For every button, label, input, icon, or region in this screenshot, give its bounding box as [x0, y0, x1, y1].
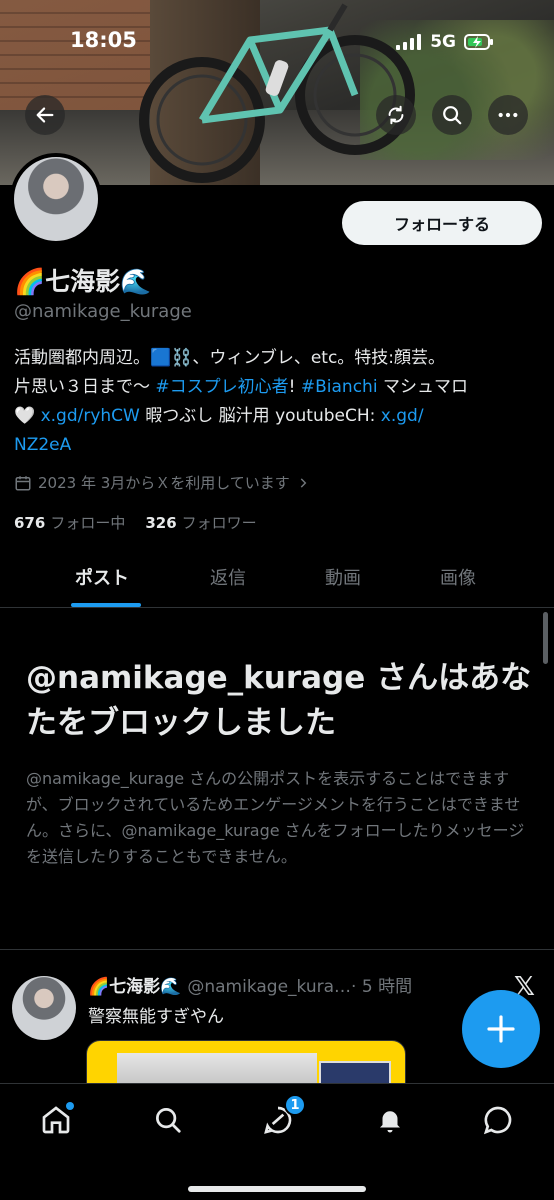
- arrow-left-icon: [36, 107, 54, 123]
- bio-link[interactable]: NZ2eA: [14, 435, 71, 455]
- post-author-name[interactable]: 🌈七海影🌊: [88, 977, 181, 997]
- follow-counts: 676 フォロー中 326 フォロワー: [14, 512, 257, 533]
- nav-search[interactable]: [148, 1100, 188, 1140]
- tab-images[interactable]: 画像: [440, 564, 476, 590]
- bell-icon: [380, 1111, 400, 1133]
- notification-badge: 1: [284, 1094, 306, 1116]
- followers-count: 326: [145, 514, 177, 532]
- refresh-button[interactable]: [376, 95, 416, 135]
- bio-text: !: [288, 377, 301, 397]
- search-button[interactable]: [432, 95, 472, 135]
- profile-bio: 活動圏都内周辺。🟦⛓️、ウィンブレ、etc。特技:顔芸。 片思い３日まで〜 #コ…: [14, 344, 544, 460]
- joined-date: 2023 年 3月からＸを利用しています: [38, 474, 290, 492]
- following-count: 676: [14, 514, 46, 532]
- battery-charging-icon: [464, 34, 493, 50]
- nav-spaces[interactable]: 1: [258, 1094, 306, 1140]
- network-type: 5G: [430, 32, 456, 52]
- profile-tabs: ポスト 返信 動画 画像: [0, 548, 554, 608]
- chevron-right-icon: [300, 477, 307, 488]
- joined-date-row[interactable]: 2023 年 3月からＸを利用しています: [14, 472, 310, 493]
- bio-line-1: 活動圏都内周辺。🟦⛓️、ウィンブレ、etc。特技:顔芸。: [14, 348, 446, 368]
- tab-videos[interactable]: 動画: [325, 564, 361, 590]
- nav-messages[interactable]: [478, 1100, 518, 1140]
- home-unread-dot: [66, 1102, 74, 1110]
- profile-avatar[interactable]: [10, 153, 102, 245]
- bio-text: マシュマロ: [377, 377, 468, 397]
- hashtag-link[interactable]: #コスプレ初心者: [155, 377, 288, 397]
- blocked-description: @namikage_kurage さんの公開ポストを表示することはできますが、ブ…: [26, 769, 525, 866]
- calendar-icon: [15, 475, 31, 490]
- bio-link[interactable]: x.gd/: [381, 406, 424, 426]
- active-tab-indicator: [71, 603, 141, 607]
- back-button[interactable]: [25, 95, 65, 135]
- post-time: · 5 時間: [351, 977, 413, 997]
- chat-bubble-icon: [483, 1106, 512, 1135]
- bio-text: 暇つぶし 脳汁用 youtubeCH:: [139, 406, 381, 426]
- bio-line-3: 🤍 x.gd/ryhCW 暇つぶし 脳汁用 youtubeCH: x.gd/: [14, 402, 544, 431]
- blocked-title: @namikage_kurage さんはあなたをブロックしました: [26, 660, 532, 741]
- post-avatar[interactable]: [12, 976, 76, 1040]
- hashtag-link[interactable]: #Bianchi: [301, 377, 378, 397]
- bottom-navigation: 1: [0, 1083, 554, 1200]
- post-header: 🌈七海影🌊 @namikage_kura…· 5 時間: [88, 972, 488, 997]
- display-name: 🌈七海影🌊: [14, 267, 152, 296]
- scrollbar[interactable]: [543, 612, 548, 664]
- tab-posts[interactable]: ポスト: [75, 564, 129, 590]
- post-author-handle: @namikage_kura…: [187, 977, 352, 997]
- status-time: 18:05: [70, 28, 137, 52]
- plus-icon: [487, 1015, 515, 1043]
- nav-notifications[interactable]: [370, 1100, 410, 1140]
- bio-line-4: NZ2eA: [14, 431, 544, 460]
- nav-home[interactable]: [36, 1100, 76, 1140]
- bio-line-2: 片思い３日まで〜 #コスプレ初心者! #Bianchi マシュマロ: [14, 373, 544, 402]
- status-bar: 18:05 5G: [0, 28, 554, 56]
- marshmallow-emoji: 🤍: [14, 406, 36, 426]
- follow-button[interactable]: フォローする: [342, 201, 542, 245]
- followers-link[interactable]: 326 フォロワー: [145, 512, 256, 533]
- more-dots-icon: [498, 112, 518, 118]
- bio-text: 片思い３日まで〜: [14, 377, 156, 397]
- refresh-icon: [388, 105, 404, 125]
- following-link[interactable]: 676 フォロー中: [14, 512, 125, 533]
- followers-label: フォロワー: [181, 514, 257, 532]
- bio-link[interactable]: x.gd/ryhCW: [41, 406, 140, 426]
- home-indicator: [188, 1186, 366, 1192]
- search-icon: [443, 106, 462, 125]
- signal-icon: [396, 34, 422, 50]
- tab-replies[interactable]: 返信: [210, 564, 246, 590]
- following-label: フォロー中: [50, 514, 126, 532]
- compose-button[interactable]: [462, 990, 540, 1068]
- search-icon: [156, 1108, 181, 1133]
- section-divider: [0, 949, 554, 950]
- more-button[interactable]: [488, 95, 528, 135]
- user-handle: @namikage_kurage: [14, 301, 192, 322]
- post-text: 警察無能すぎやん: [88, 1007, 224, 1027]
